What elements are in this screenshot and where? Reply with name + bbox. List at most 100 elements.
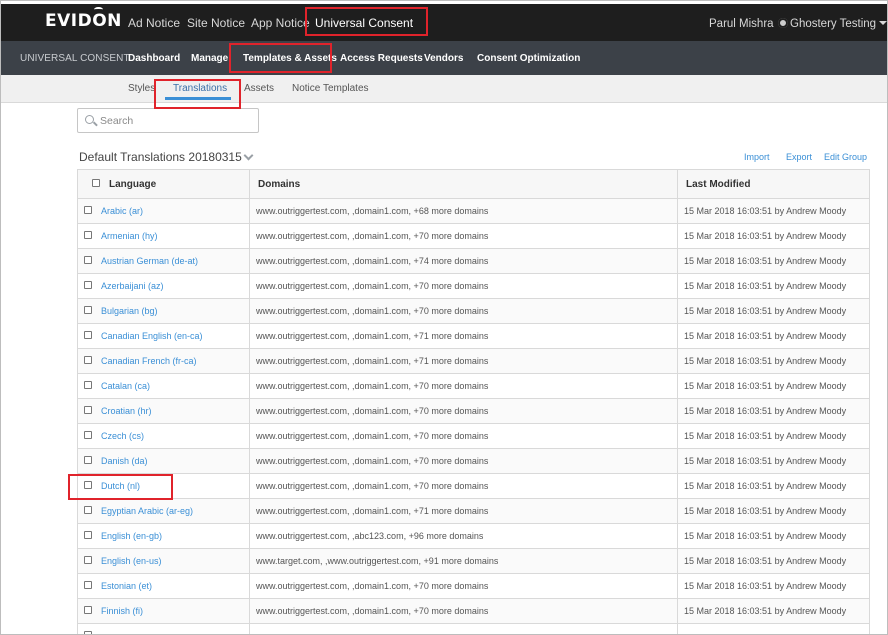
column-domains[interactable]: Domains	[249, 169, 678, 199]
table-row[interactable]	[77, 623, 870, 634]
edit-group-link[interactable]: Edit Group	[824, 152, 867, 162]
table-row[interactable]: Armenian (hy) www.outriggertest.com, ,dom…	[77, 223, 870, 249]
row-checkbox[interactable]	[84, 406, 92, 414]
row-checkbox[interactable]	[84, 481, 92, 489]
language-link[interactable]: Egyptian Arabic (ar-eg)	[101, 506, 193, 516]
table-row[interactable]: Bulgarian (bg) www.outriggertest.com, ,do…	[77, 298, 870, 324]
language-link[interactable]: Estonian (et)	[101, 581, 152, 591]
column-last-modified[interactable]: Last Modified	[677, 169, 870, 199]
search-box[interactable]	[77, 108, 259, 133]
table-row[interactable]: Danish (da) www.outriggertest.com, ,domai…	[77, 448, 870, 474]
language-link[interactable]: Azerbaijani (az)	[101, 281, 164, 291]
caret-down-icon	[879, 21, 887, 25]
row-checkbox[interactable]	[84, 506, 92, 514]
domains-cell: www.outriggertest.com, ,domain1.com, +70…	[249, 423, 678, 449]
row-checkbox[interactable]	[84, 631, 92, 634]
domains-cell: www.outriggertest.com, ,domain1.com, +70…	[249, 373, 678, 399]
row-checkbox[interactable]	[84, 206, 92, 214]
subtab-styles[interactable]: Styles	[128, 83, 155, 94]
export-link[interactable]: Export	[786, 152, 812, 162]
tab-access-requests[interactable]: Access Requests	[340, 53, 423, 64]
row-checkbox[interactable]	[84, 431, 92, 439]
row-checkbox[interactable]	[84, 606, 92, 614]
chevron-down-icon[interactable]	[243, 150, 254, 161]
language-link[interactable]: Finnish (fi)	[101, 606, 143, 616]
tab-manage[interactable]: Manage	[191, 53, 228, 64]
row-checkbox[interactable]	[84, 356, 92, 364]
table-row[interactable]: English (en-gb) www.outriggertest.com, ,a…	[77, 523, 870, 549]
table-row[interactable]: English (en-us) www.target.com, ,www.outr…	[77, 548, 870, 574]
evidon-logo[interactable]: EVIDON	[45, 7, 122, 31]
nav-app-notice[interactable]: App Notice	[251, 16, 310, 30]
table-row[interactable]: Dutch (nl) www.outriggertest.com, ,domain…	[77, 473, 870, 499]
last-modified-cell	[677, 623, 870, 634]
row-checkbox[interactable]	[84, 281, 92, 289]
row-checkbox[interactable]	[84, 231, 92, 239]
domains-cell: www.outriggertest.com, ,abc123.com, +96 …	[249, 523, 678, 549]
language-link[interactable]: Canadian English (en-ca)	[101, 331, 203, 341]
tab-templates-assets[interactable]: Templates & Assets	[243, 53, 337, 64]
nav-site-notice[interactable]: Site Notice	[187, 16, 245, 30]
table-row[interactable]: Arabic (ar) www.outriggertest.com, ,domai…	[77, 198, 870, 224]
row-checkbox[interactable]	[84, 556, 92, 564]
table-row[interactable]: Canadian French (fr-ca) www.outriggertest…	[77, 348, 870, 374]
language-link[interactable]: Croatian (hr)	[101, 406, 152, 416]
row-checkbox[interactable]	[84, 531, 92, 539]
tab-vendors[interactable]: Vendors	[424, 53, 463, 64]
language-link[interactable]: Danish (da)	[101, 456, 148, 466]
search-input[interactable]	[100, 112, 250, 130]
import-link[interactable]: Import	[744, 152, 770, 162]
subtab-notice-templates[interactable]: Notice Templates	[292, 83, 369, 94]
domains-cell: www.target.com, ,www.outriggertest.com, …	[249, 548, 678, 574]
nav-ad-notice[interactable]: Ad Notice	[128, 16, 180, 30]
language-link[interactable]: English (en-us)	[101, 556, 162, 566]
table-row[interactable]: Egyptian Arabic (ar-eg) www.outriggertest…	[77, 498, 870, 524]
language-link[interactable]: Dutch (nl)	[101, 481, 140, 491]
row-checkbox[interactable]	[84, 581, 92, 589]
last-modified-cell: 15 Mar 2018 16:03:51 by Andrew Moody	[677, 448, 870, 474]
language-link[interactable]: Catalan (ca)	[101, 381, 150, 391]
last-modified-cell: 15 Mar 2018 16:03:51 by Andrew Moody	[677, 548, 870, 574]
table-row[interactable]: Catalan (ca) www.outriggertest.com, ,doma…	[77, 373, 870, 399]
column-language[interactable]: Language	[77, 169, 250, 199]
language-link[interactable]: English (en-gb)	[101, 531, 162, 541]
table-row[interactable]: Azerbaijani (az) www.outriggertest.com, ,…	[77, 273, 870, 299]
tab-dashboard[interactable]: Dashboard	[128, 53, 180, 64]
language-cell: Egyptian Arabic (ar-eg)	[77, 498, 250, 524]
subtab-translations[interactable]: Translations	[173, 83, 227, 94]
table-row[interactable]: Estonian (et) www.outriggertest.com, ,dom…	[77, 573, 870, 599]
language-link[interactable]: Bulgarian (bg)	[101, 306, 158, 316]
table-row[interactable]: Austrian German (de-at) www.outriggertest…	[77, 248, 870, 274]
language-link[interactable]: Austrian German (de-at)	[101, 256, 198, 266]
user-menu[interactable]: Parul Mishra	[709, 18, 788, 30]
language-cell: Arabic (ar)	[77, 198, 250, 224]
language-link[interactable]: Armenian (hy)	[101, 231, 158, 241]
search-icon	[85, 115, 94, 124]
row-checkbox[interactable]	[84, 331, 92, 339]
language-link[interactable]: Arabic (ar)	[101, 206, 143, 216]
table-row[interactable]: Czech (cs) www.outriggertest.com, ,domain…	[77, 423, 870, 449]
nav-universal-consent[interactable]: Universal Consent	[315, 16, 413, 30]
tab-consent-optimization[interactable]: Consent Optimization	[477, 53, 580, 64]
account-menu[interactable]: Ghostery Testing	[790, 18, 887, 30]
row-checkbox[interactable]	[84, 381, 92, 389]
row-checkbox[interactable]	[84, 256, 92, 264]
table-row[interactable]: Croatian (hr) www.outriggertest.com, ,dom…	[77, 398, 870, 424]
table-row[interactable]: Finnish (fi) www.outriggertest.com, ,doma…	[77, 598, 870, 624]
row-checkbox[interactable]	[84, 306, 92, 314]
subtab-assets[interactable]: Assets	[244, 83, 274, 94]
language-cell: Canadian French (fr-ca)	[77, 348, 250, 374]
last-modified-cell: 15 Mar 2018 16:03:51 by Andrew Moody	[677, 223, 870, 249]
select-all-checkbox[interactable]	[92, 178, 100, 187]
gear-icon[interactable]	[777, 18, 788, 28]
language-link[interactable]: Canadian French (fr-ca)	[101, 356, 197, 366]
user-name: Parul Mishra	[709, 18, 774, 30]
last-modified-cell: 15 Mar 2018 16:03:51 by Andrew Moody	[677, 198, 870, 224]
top-nav: EVIDON Ad Notice Site Notice App Notice …	[1, 4, 887, 41]
sub-tabs: Styles Translations Assets Notice Templa…	[1, 75, 887, 103]
domains-cell: www.outriggertest.com, ,domain1.com, +70…	[249, 448, 678, 474]
table-row[interactable]: Canadian English (en-ca) www.outriggertes…	[77, 323, 870, 349]
row-checkbox[interactable]	[84, 456, 92, 464]
language-link[interactable]: Czech (cs)	[101, 431, 144, 441]
domains-cell: www.outriggertest.com, ,domain1.com, +68…	[249, 198, 678, 224]
